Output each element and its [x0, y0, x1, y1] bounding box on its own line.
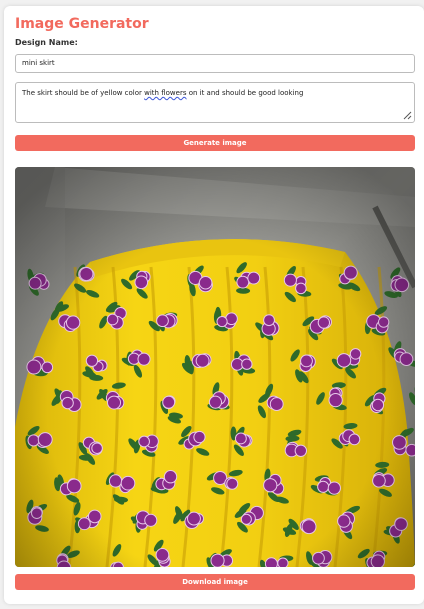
resize-grip-icon[interactable] — [403, 111, 412, 120]
description-text-start: The skirt should be of yellow color — [22, 89, 145, 97]
description-text-end: on it and should be good looking — [186, 89, 304, 97]
design-name-input[interactable]: mini skirt — [15, 54, 415, 73]
skirt-photo — [15, 167, 415, 567]
generated-image — [15, 167, 415, 567]
download-image-button[interactable]: Download image — [15, 574, 415, 590]
description-textarea[interactable]: The skirt should be of yellow color with… — [15, 82, 415, 123]
design-name-label: Design Name: — [15, 38, 78, 47]
generate-image-button[interactable]: Generate image — [15, 135, 415, 151]
page-title: Image Generator — [15, 16, 149, 32]
description-spellcheck-word: with flowers — [144, 89, 187, 97]
